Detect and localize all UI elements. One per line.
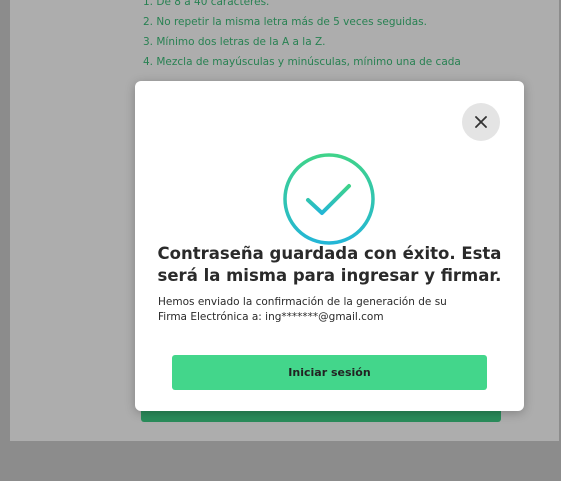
check-circle-icon <box>283 153 375 245</box>
modal-message-line: Hemos enviado la confirmación de la gene… <box>158 296 447 308</box>
modal-title-line: será la misma para ingresar y firmar. <box>157 266 502 285</box>
modal-message-line: Firma Electrónica a: ing*******@gmail.co… <box>158 311 384 323</box>
modal-title: Contraseña guardada con éxito. Esta será… <box>135 243 524 287</box>
modal-title-line: Contraseña guardada con éxito. Esta <box>157 244 502 263</box>
close-button[interactable] <box>462 103 500 141</box>
close-icon <box>475 116 487 128</box>
modal-message: Hemos enviado la confirmación de la gene… <box>158 295 508 325</box>
login-button[interactable]: Iniciar sesión <box>172 355 487 390</box>
success-modal: Contraseña guardada con éxito. Esta será… <box>135 81 524 411</box>
page: 1. De 8 a 40 caracteres. 2. No repetir l… <box>0 0 561 481</box>
